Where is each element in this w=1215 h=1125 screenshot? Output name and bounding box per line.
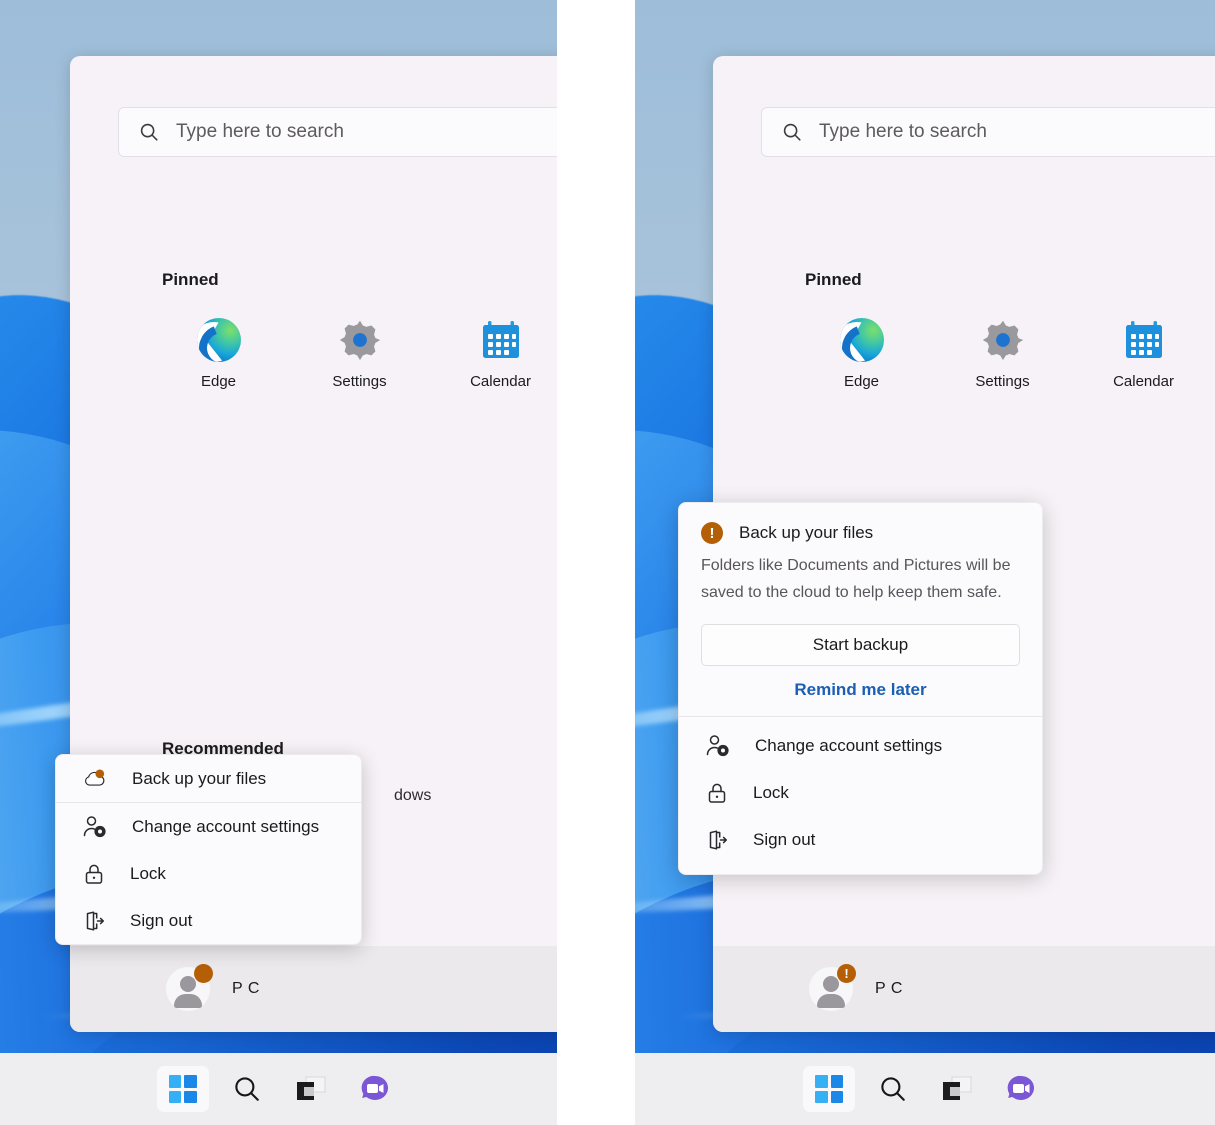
chat-button[interactable] [995,1066,1047,1112]
taskbar [635,1053,1215,1125]
sign-out-icon [82,909,106,933]
menu-separator [679,715,1042,717]
menu-item-label: Change account settings [132,816,320,836]
menu-item-label: Lock [130,863,166,883]
taskbar [0,1053,557,1125]
menu-item-backup[interactable]: Back up your files [56,755,361,802]
windows-logo-icon [168,1075,197,1103]
account-settings-icon [705,734,731,758]
remind-me-later-link[interactable]: Remind me later [679,680,1042,700]
lock-icon [705,781,729,805]
search-icon [781,121,803,143]
pinned-section-title: Pinned [805,270,862,289]
task-view-button[interactable] [931,1066,983,1112]
chat-video-icon [359,1074,391,1104]
task-view-button[interactable] [285,1066,337,1112]
search-placeholder: Type here to search [176,121,344,142]
menu-item-label: Sign out [130,910,193,930]
edge-icon [839,318,884,362]
search-icon [232,1074,262,1104]
pinned-app-calendar[interactable]: Calendar [1073,318,1214,390]
pinned-apps-grid: Edge Settings Calendar [148,318,557,390]
pinned-app-settings[interactable]: Settings [932,318,1073,390]
menu-item-change-account-settings[interactable]: Change account settings [56,803,361,850]
menu-item-lock[interactable]: Lock [679,770,1042,817]
pinned-app-edge[interactable]: Edge [148,318,289,390]
pinned-app-label: Settings [332,373,387,390]
pinned-apps-grid: Edge Settings Calendar [791,318,1214,390]
pinned-app-edge[interactable]: Edge [791,318,932,390]
alert-icon: ! [701,522,723,544]
avatar [166,964,213,1011]
backup-flyout: ! Back up your files Folders like Docume… [678,502,1043,875]
windows-logo-icon [815,1075,843,1103]
account-context-menu: Back up your files Change account settin… [55,754,362,945]
account-name: P C [875,980,903,997]
gear-icon [338,318,382,362]
account-row[interactable]: P C [70,946,557,1032]
menu-item-label: Sign out [753,830,816,850]
sign-out-icon [705,828,729,852]
pinned-section-title: Pinned [162,270,219,289]
account-settings-icon [82,815,108,839]
screenshot-pane-left: Type here to search Pinned Edge Settings [0,0,557,1125]
recommended-item-label: dows [394,787,432,804]
lock-icon [82,862,106,886]
pinned-app-settings[interactable]: Settings [289,318,430,390]
pinned-app-label: Edge [843,373,880,390]
pinned-app-label: Edge [200,373,237,390]
start-button[interactable] [156,1066,209,1112]
calendar-icon [479,318,523,362]
chat-video-icon [1005,1074,1037,1104]
search-icon [138,121,160,143]
chat-button[interactable] [349,1066,401,1112]
start-button[interactable] [803,1066,855,1112]
backup-flyout-body: Folders like Documents and Pictures will… [701,557,1011,601]
screenshot-root: Type here to search Pinned Edge Settings [0,0,1215,1125]
menu-item-change-account-settings[interactable]: Change account settings [679,723,1042,770]
search-input[interactable]: Type here to search [761,107,1215,157]
menu-item-sign-out[interactable]: Sign out [679,817,1042,864]
search-icon [878,1074,908,1104]
menu-item-label: Back up your files [132,768,267,788]
account-name: P C [232,980,260,997]
backup-flyout-header: ! Back up your files [679,503,1042,544]
search-button[interactable] [221,1066,273,1112]
account-row[interactable]: ! P C [713,946,1215,1032]
pinned-app-calendar[interactable]: Calendar [430,318,557,390]
start-backup-button[interactable]: Start backup [701,623,1020,666]
gear-icon [981,318,1025,362]
task-view-icon [941,1075,973,1103]
menu-item-label: Lock [753,783,789,803]
backup-flyout-title: Back up your files [739,523,874,542]
search-placeholder: Type here to search [819,121,987,142]
pinned-app-label: Settings [975,373,1030,390]
cloud-alert-icon [82,768,108,790]
pinned-app-label: Calendar [1113,373,1174,390]
menu-item-sign-out[interactable]: Sign out [56,897,361,944]
task-view-icon [295,1075,327,1103]
search-input[interactable]: Type here to search [118,107,557,157]
screenshot-pane-right: Type here to search Pinned Edge Settings [635,0,1215,1125]
avatar: ! [809,964,856,1011]
edge-icon [196,318,241,362]
account-badge: ! [837,964,856,983]
calendar-icon [1122,318,1166,362]
menu-item-label: Change account settings [755,736,943,756]
search-button[interactable] [867,1066,919,1112]
menu-item-lock[interactable]: Lock [56,850,361,897]
account-badge [194,964,213,983]
pinned-app-label: Calendar [470,373,531,390]
